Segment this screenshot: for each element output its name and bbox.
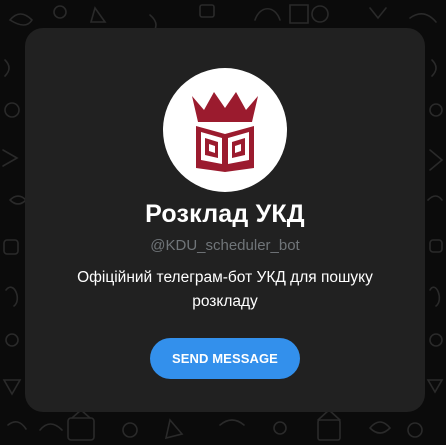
bot-avatar bbox=[163, 68, 287, 192]
send-message-button[interactable]: SEND MESSAGE bbox=[150, 338, 300, 379]
bot-name: Розклад УКД bbox=[145, 200, 305, 228]
bot-description: Офіційний телеграм-бот УКД для пошуку ро… bbox=[77, 269, 373, 310]
bot-profile-card: Розклад УКД @KDU_scheduler_bot Офіційний… bbox=[25, 28, 425, 412]
crown-book-logo-icon bbox=[192, 92, 258, 172]
bot-username: @KDU_scheduler_bot bbox=[150, 237, 300, 254]
